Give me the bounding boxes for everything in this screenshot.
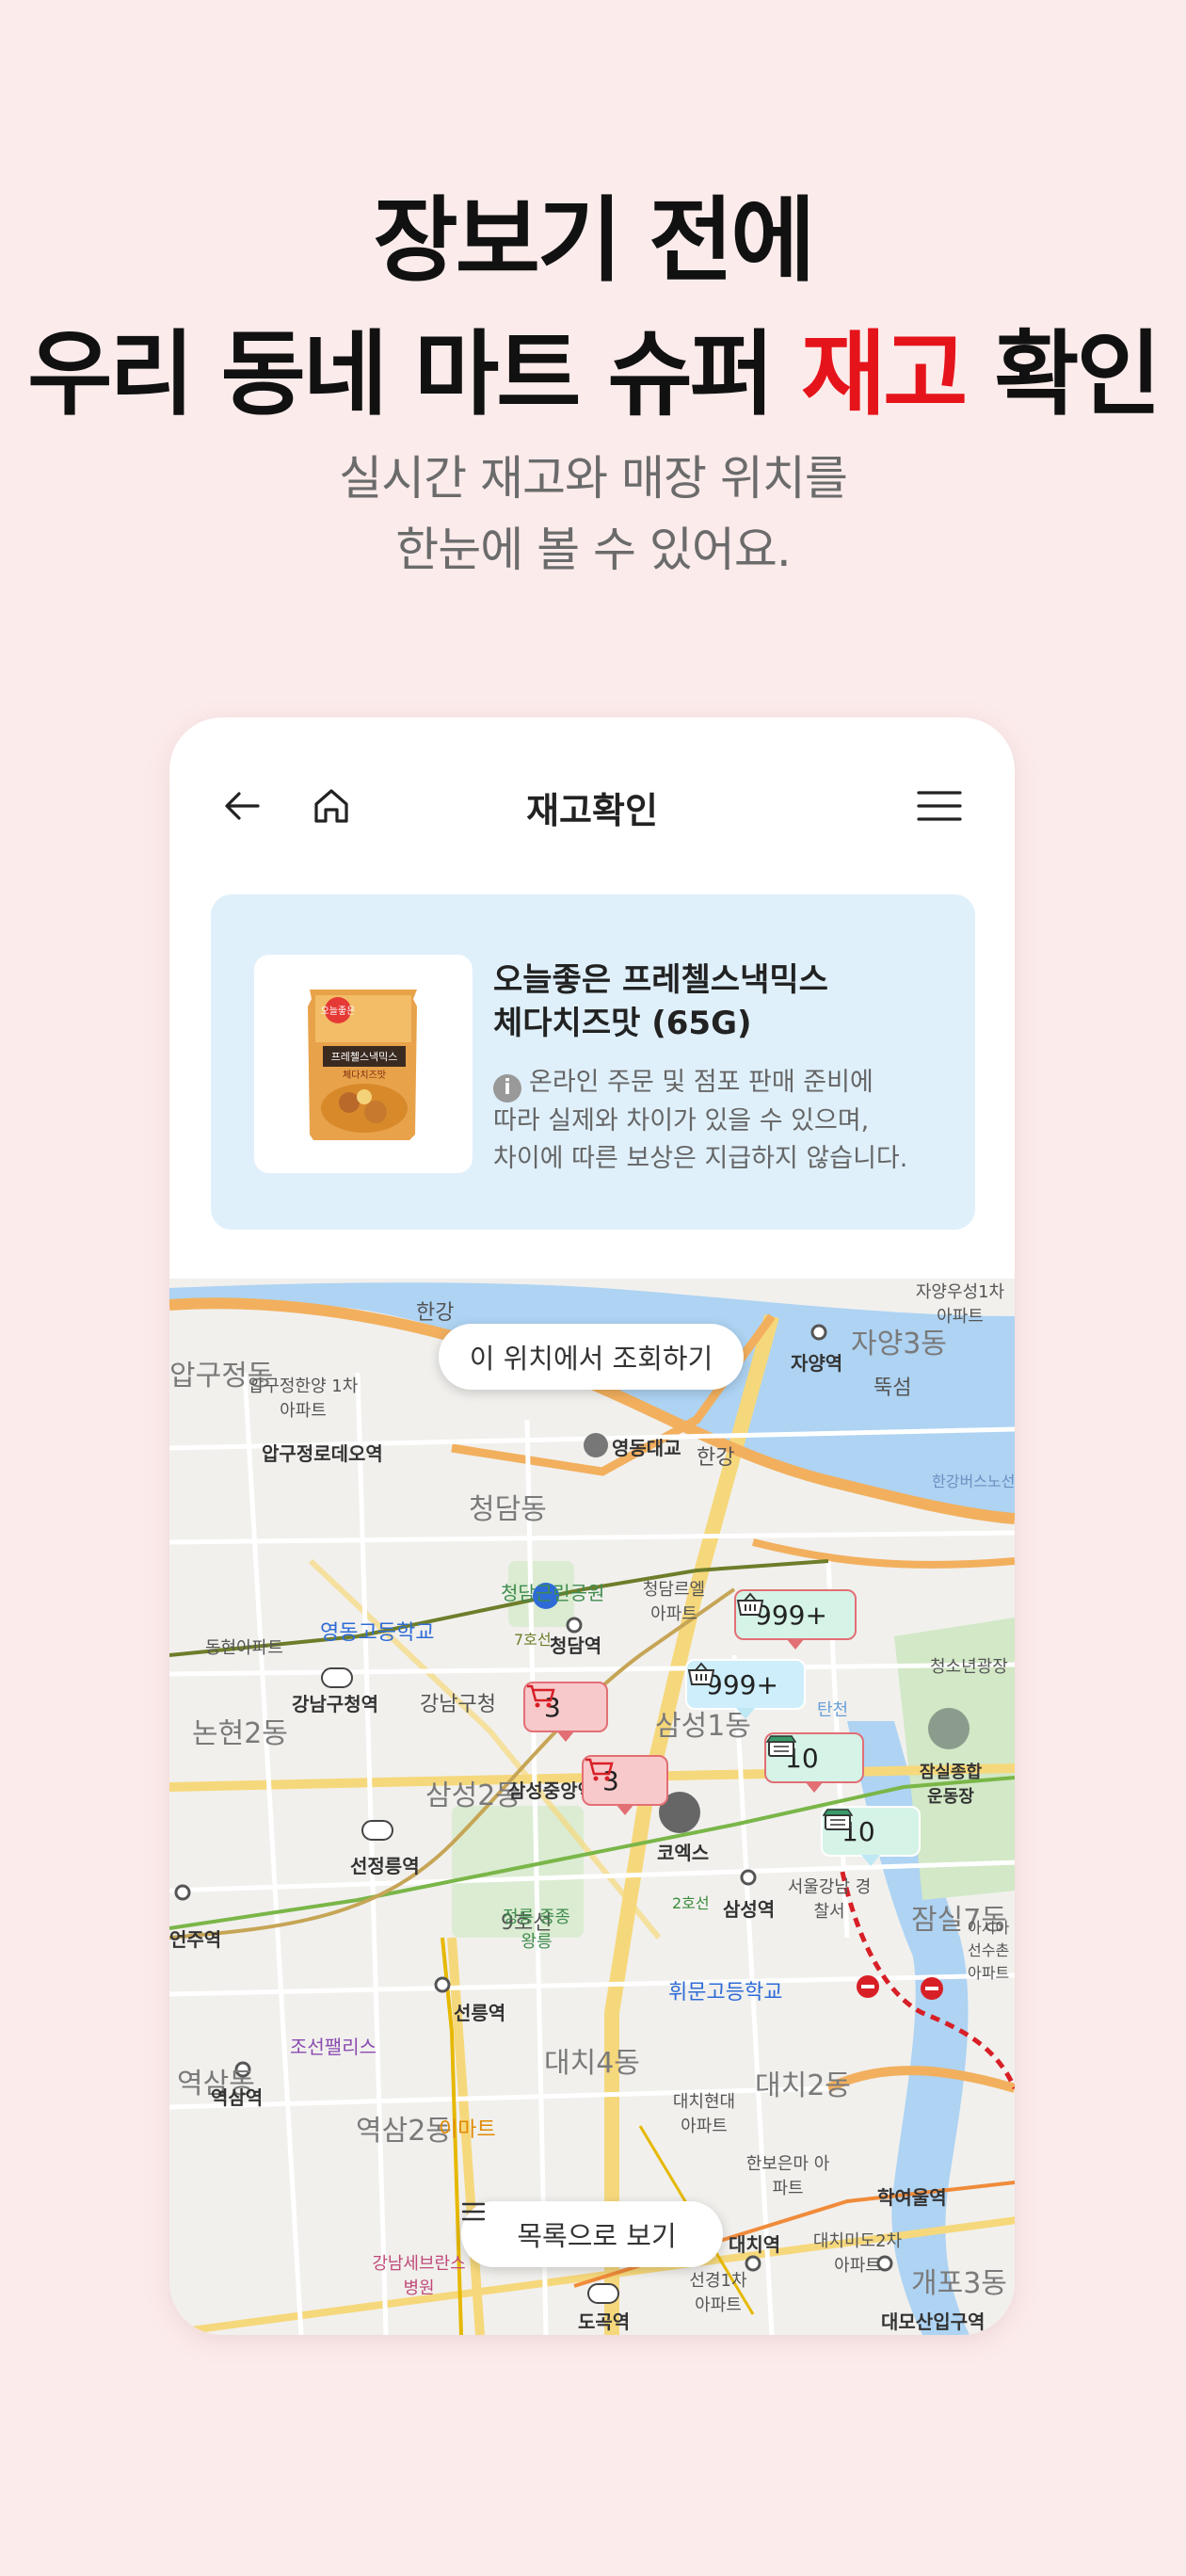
map-label-cheongdam-dong: 청담동 [469, 1493, 547, 1526]
map-label-yeoksam2: 역삼2동 [356, 2115, 452, 2148]
notice-line1: 온라인 주문 및 점포 판매 준비에 [529, 1068, 873, 1097]
stock-notice: i 온라인 주문 및 점포 판매 준비에 따라 실제와 차이가 있을 수 있으며,… [493, 1064, 954, 1178]
map-label-eonju: 언주역 [169, 1928, 222, 1951]
map-label-jayang-station: 자양역 [791, 1352, 843, 1375]
product-name-line2: 체다치즈맛 (65G) [493, 1005, 752, 1042]
store-map[interactable]: 한강 한강 자양3동 자양역 자양우성1차 아파트 뚝섬 압구정동 압구정한양 … [169, 1279, 1015, 2335]
headline-line2: 우리 동네 마트 슈퍼 재고 확인 [0, 308, 1186, 442]
map-label-chosun-palace: 조선팰리스 [290, 2036, 377, 2058]
map-label-cheongdam-park: 청담근린공원 [501, 1582, 605, 1604]
map-label-seolleung: 선릉역 [454, 2002, 506, 2024]
map-label-gangnam-gu-office: 강남구청 [420, 1693, 496, 1716]
info-icon: i [493, 1074, 521, 1103]
marker-count: 999+ [706, 1668, 778, 1700]
promo-subtitle: 실시간 재고와 매장 위치를 한눈에 볼 수 있어요. [0, 443, 1186, 586]
map-label-asia-apt: 아시아선수촌 아파트 [968, 1919, 1010, 1982]
store-marker-basket-999-1[interactable]: 999+ [734, 1589, 857, 1650]
list-view-label: 목록으로 보기 [517, 2220, 677, 2252]
map-label-cheongsonyeon: 청소년광장 [930, 1657, 1008, 1677]
marker-count: 999+ [755, 1599, 827, 1631]
map-label-jamsil-stadium: 잠실종합 운동장 [919, 1763, 983, 1807]
map-label-hanbo-eunma: 한보은마 아파트 [745, 2154, 830, 2198]
map-label-seongyeong-apt: 선경1차 아파트 [689, 2271, 747, 2315]
headline-line1: 장보기 전에 [373, 187, 816, 295]
map-label-daechi-station: 대치역 [729, 2233, 781, 2256]
map-label-daemosan: 대모산입구역 [881, 2310, 986, 2333]
search-this-area-button[interactable]: 이 위치에서 조회하기 [439, 1324, 744, 1390]
app-bar: 재고확인 [169, 717, 1015, 896]
map-label-gangnam-gu-office-station: 강남구청역 [292, 1693, 378, 1715]
notice-line3: 차이에 따른 보상은 지급하지 않습니다. [493, 1144, 908, 1173]
map-label-gaepo3: 개포3동 [911, 2267, 1007, 2300]
store-marker-cart-3-1[interactable]: 3 [523, 1682, 608, 1742]
subtitle-line1: 실시간 재고와 매장 위치를 [339, 451, 848, 506]
phone-screen: 재고확인 오늘좋은 프레첼스낵믹스 체다치즈맛 오늘좋은 프레첼스낵믹스 체다치… [169, 717, 1015, 2335]
map-label-emart: 이마트 [439, 2118, 496, 2142]
map-label-coex: 코엑스 [657, 1842, 710, 1864]
map-label-hangang: 한강 [416, 1301, 455, 1325]
map-label-seonjeongneung: 선정릉역 [350, 1855, 420, 1877]
map-label-daechi-mido: 대치미도2차 아파트 [812, 2231, 903, 2276]
package-flavor: 체다치즈맛 [343, 1070, 386, 1081]
subtitle-line2: 한눈에 볼 수 있어요. [395, 523, 792, 577]
map-label-apgujeong-rodeo: 압구정로데오역 [262, 1442, 383, 1465]
product-image: 오늘좋은 프레첼스낵믹스 체다치즈맛 [254, 955, 473, 1173]
map-label-police: 서울강남 경찰서 [787, 1877, 872, 1922]
package-name: 프레첼스낵믹스 [331, 1051, 398, 1063]
hamburger-menu-icon[interactable] [909, 776, 970, 836]
headline-line2-prefix: 우리 동네 마트 슈퍼 [27, 321, 801, 428]
map-label-daechi-hyundai: 대치현대 아파트 [672, 2092, 736, 2136]
map-label-samseong2: 삼성2동 [425, 1779, 521, 1812]
headline-line2-suffix: 확인 [965, 321, 1161, 428]
product-card: 오늘좋은 프레첼스낵믹스 체다치즈맛 오늘좋은 프레첼스낵믹스 체다치즈맛 (6… [211, 894, 975, 1230]
map-label-ttukseom: 뚝섬 [873, 1377, 912, 1400]
home-icon[interactable] [301, 776, 361, 836]
map-label-samseong-station: 삼성역 [723, 1898, 776, 1921]
store-marker-store-10-1[interactable]: 10 [764, 1732, 864, 1793]
map-label-jayang-apt: 자양우성1차 아파트 [915, 1282, 1005, 1327]
map-label-hangang-2: 한강 [697, 1446, 735, 1470]
arrow-left-icon[interactable] [213, 776, 273, 836]
map-label-donghyeon-apt: 동현아파트 [205, 1638, 283, 1658]
store-marker-store-10-2[interactable]: 10 [821, 1806, 921, 1866]
map-label-yeongdong-bridge: 영동대교 [612, 1437, 681, 1459]
product-name: 오늘좋은 프레첼스낵믹스 체다치즈맛 (65G) [493, 958, 945, 1045]
map-label-yeongdong-hs: 영동고등학교 [320, 1621, 435, 1645]
map-label-daechi4: 대치4동 [544, 2047, 640, 2080]
map-label-nonhyeon2: 논현2동 [192, 1717, 288, 1750]
map-label-hwimun-hs: 휘문고등학교 [668, 1981, 783, 2004]
package-brand: 오늘좋은 [321, 1006, 356, 1017]
store-marker-basket-999-2[interactable]: 999+ [685, 1659, 806, 1719]
list-view-button[interactable]: 목록으로 보기 [461, 2201, 723, 2267]
map-label-cheongdam-station: 청담역 [550, 1634, 602, 1657]
page-title: 재고확인 [526, 789, 658, 831]
product-name-line1: 오늘좋은 프레첼스낵믹스 [493, 961, 828, 999]
map-label-hangnyeoul: 학여울역 [877, 2186, 947, 2209]
promo-headline: 장보기 전에 우리 동네 마트 슈퍼 재고 확인 [0, 174, 1186, 442]
headline-accent: 재고 [800, 321, 968, 428]
map-label-hangang-bus: 한강버스노선 [932, 1473, 1015, 1490]
map-label-line7: 7호선 [514, 1631, 552, 1649]
map-label-yeoksam-station: 역삼역 [211, 2086, 264, 2109]
map-label-daechi2: 대치2동 [755, 2069, 851, 2102]
map-label-apgujeong-hanyang: 압구정한양 1차아파트 [248, 1377, 359, 1421]
map-label-cheongdam-apt: 청담르엘 아파트 [642, 1580, 706, 1624]
map-label-severance: 강남세브란스 병원 [372, 2254, 466, 2298]
map-label-jeongneung: 정릉 중종왕릉 [503, 1908, 570, 1952]
store-marker-cart-3-2[interactable]: 3 [582, 1755, 668, 1815]
notice-line2: 따라 실제와 차이가 있을 수 있으며, [493, 1106, 870, 1135]
map-label-line2: 2호선 [672, 1894, 710, 1912]
map-label-tancheon: 탄천 [817, 1700, 849, 1720]
map-label-dogong: 도곡역 [578, 2310, 631, 2333]
